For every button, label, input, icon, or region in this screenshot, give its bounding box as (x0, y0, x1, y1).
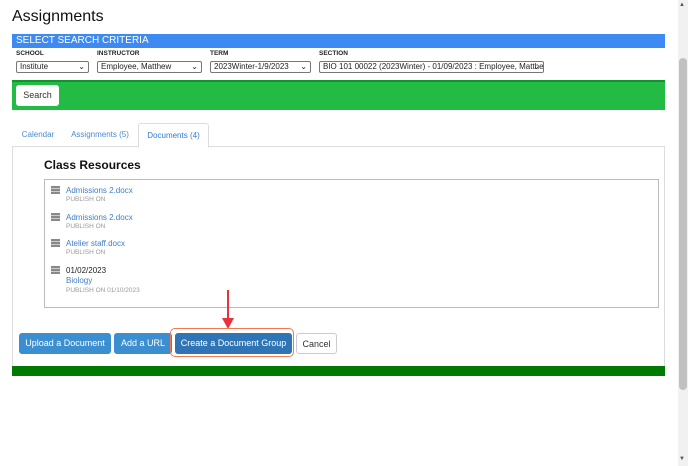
term-label: TERM (210, 50, 229, 57)
upload-document-button[interactable]: Upload a Document (19, 333, 111, 354)
term-select[interactable]: 2023Winter-1/9/2023 ⌄ (210, 61, 311, 73)
document-link[interactable]: Admissions 2.docx (66, 213, 133, 222)
search-button[interactable]: Search (16, 85, 59, 106)
tab-documents[interactable]: Documents (4) (138, 123, 209, 148)
publish-status: PUBLISH ON (66, 223, 106, 230)
school-select[interactable]: Institute ⌄ (16, 61, 89, 73)
document-link[interactable]: Atelier staff.docx (66, 239, 125, 248)
document-icon (51, 239, 60, 247)
scrollbar-thumb[interactable] (679, 58, 687, 390)
chevron-down-icon: ⌄ (300, 62, 307, 71)
cancel-button[interactable]: Cancel (296, 333, 337, 354)
footer-bar (12, 366, 665, 376)
scroll-up-icon[interactable]: ▲ (679, 2, 685, 8)
school-label: SCHOOL (16, 50, 44, 57)
arrow-annotation (222, 290, 234, 329)
section-label: SECTION (319, 50, 348, 57)
instructor-select[interactable]: Employee, Matthew ⌄ (97, 61, 202, 73)
tab-calendar[interactable]: Calendar (14, 123, 62, 147)
document-icon (51, 213, 60, 221)
chevron-down-icon: ⌄ (191, 62, 198, 71)
instructor-value: Employee, Matthew (101, 62, 172, 71)
school-value: Institute (20, 62, 49, 71)
search-bar (12, 80, 665, 110)
chevron-down-icon: ⌄ (533, 62, 540, 71)
instructor-label: INSTRUCTOR (97, 50, 140, 57)
search-criteria-header: SELECT SEARCH CRITERIA (12, 34, 665, 48)
section-select[interactable]: BIO 101 00022 (2023Winter) - 01/09/2023 … (319, 61, 544, 73)
document-link[interactable]: Admissions 2.docx (66, 186, 133, 195)
scroll-down-icon[interactable]: ▼ (679, 456, 685, 462)
term-value: 2023Winter-1/9/2023 (214, 62, 289, 71)
resource-list: Admissions 2.docx PUBLISH ON Admissions 2… (44, 179, 659, 308)
document-link[interactable]: Biology (66, 276, 92, 285)
class-resources-heading: Class Resources (44, 158, 141, 172)
chevron-down-icon: ⌄ (78, 62, 85, 71)
tab-assignments[interactable]: Assignments (5) (66, 123, 134, 147)
group-date: 01/02/2023 (66, 266, 107, 275)
publish-status: PUBLISH ON (66, 196, 106, 203)
document-group-icon (51, 266, 60, 274)
add-url-button[interactable]: Add a URL (114, 333, 172, 354)
document-icon (51, 186, 60, 194)
section-value: BIO 101 00022 (2023Winter) - 01/09/2023 … (323, 62, 544, 71)
create-document-group-button[interactable]: Create a Document Group (175, 333, 292, 354)
publish-status: PUBLISH ON 01/10/2023 (66, 287, 140, 294)
page-title: Assignments (12, 8, 104, 25)
publish-status: PUBLISH ON (66, 249, 106, 256)
